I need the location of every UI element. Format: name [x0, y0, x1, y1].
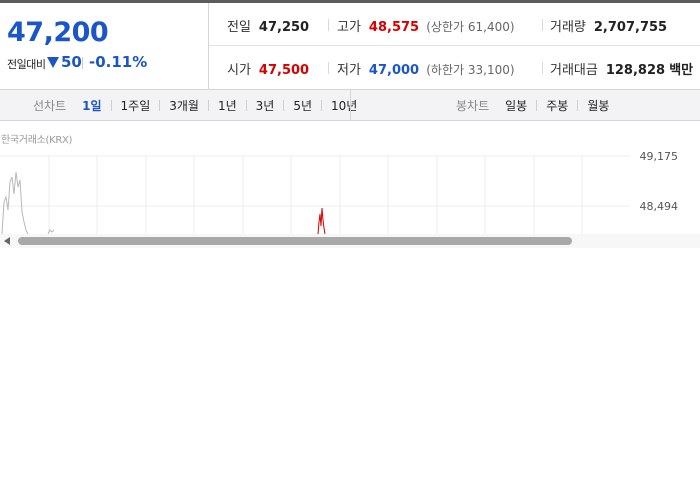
row-divider	[209, 45, 700, 46]
change-rate: -0.11%	[89, 53, 148, 71]
tab-separator	[321, 99, 323, 111]
change-divider	[82, 57, 83, 69]
line-chart-title: 선차트	[33, 98, 67, 113]
change-label: 전일대비	[7, 58, 46, 71]
chart-canvas	[0, 155, 630, 234]
price-trace-up	[317, 207, 326, 234]
cell-divider	[542, 62, 543, 74]
candle-chart-tabs: 봉차트 일봉 주봉 월봉	[456, 90, 611, 120]
line-tab[interactable]: 10년	[329, 97, 359, 114]
line-chart-tabs: 선차트 1일 1주일 3개월 1년 3년 5년 10년	[33, 90, 359, 120]
candle-chart-title: 봉차트	[456, 98, 490, 113]
down-arrow-icon	[47, 57, 59, 68]
open-value: 47,500	[258, 63, 310, 78]
amount-label: 거래대금	[550, 63, 598, 78]
tab-separator	[577, 99, 579, 111]
chart-period-tabs: 선차트 1일 1주일 3개월 1년 3년 5년 10년 봉차트 일봉 주봉 월봉	[0, 89, 700, 121]
high-label: 고가	[337, 20, 361, 35]
cell-divider	[328, 62, 329, 74]
tab-separator	[159, 99, 161, 111]
open-price: 시가 47,500	[227, 59, 309, 78]
high-price: 고가 48,575 (상한가 61,400)	[337, 16, 515, 35]
price-trace	[1, 171, 29, 234]
prev-close: 전일 47,250	[227, 16, 309, 35]
scroll-left-icon[interactable]	[4, 237, 10, 245]
line-tab[interactable]: 1주일	[119, 97, 153, 114]
amount-unit: 백만	[669, 63, 694, 78]
line-tab[interactable]: 3개월	[167, 97, 201, 114]
line-tab[interactable]: 1년	[216, 97, 239, 114]
tab-separator	[110, 99, 112, 111]
scrollbar-thumb[interactable]	[18, 237, 572, 245]
chart-lines	[1, 171, 326, 234]
current-price-box: 47,200 전일대비 50 -0.11%	[0, 3, 209, 89]
y-tick-label: 49,175	[639, 150, 679, 163]
low-label: 저가	[337, 63, 361, 78]
open-label: 시가	[227, 63, 251, 78]
volume-label: 거래량	[550, 20, 586, 35]
candle-tab[interactable]: 일봉	[503, 97, 529, 114]
y-tick-label: 48,494	[639, 200, 679, 213]
trade-amount: 거래대금 128,828 백만	[550, 59, 693, 78]
line-tab[interactable]: 1일	[80, 97, 103, 114]
current-price: 47,200	[7, 17, 109, 48]
tabs-divider	[350, 90, 351, 120]
cell-divider	[542, 19, 543, 31]
change-amount: 50	[61, 53, 82, 71]
tab-separator	[536, 99, 538, 111]
tab-separator	[283, 99, 285, 111]
prev-close-label: 전일	[227, 20, 251, 35]
cell-divider	[328, 19, 329, 31]
chart-grid	[0, 155, 630, 234]
chart-source: 한국거래소(KRX)	[1, 135, 73, 146]
quote-panel: 47,200 전일대비 50 -0.11% 전일 47,250 고가 48,575 …	[0, 3, 700, 90]
low-price: 저가 47,000 (하한가 33,100)	[337, 59, 515, 78]
volume-value: 2,707,755	[593, 20, 668, 35]
line-tab[interactable]: 5년	[291, 97, 314, 114]
tab-separator	[207, 99, 209, 111]
lower-limit: (하한가 33,100)	[426, 63, 515, 77]
price-chart: 한국거래소(KRX) 49,175 48,494	[0, 122, 700, 234]
tab-separator	[245, 99, 247, 111]
line-tab[interactable]: 3년	[254, 97, 277, 114]
upper-limit: (상한가 61,400)	[426, 20, 515, 34]
low-value: 47,000	[368, 63, 420, 78]
candle-tab[interactable]: 주봉	[544, 97, 570, 114]
candle-tab[interactable]: 월봉	[585, 97, 611, 114]
volume: 거래량 2,707,755	[550, 16, 667, 35]
amount-value: 128,828	[605, 63, 666, 78]
chart-scrollbar[interactable]	[0, 234, 700, 248]
prev-close-value: 47,250	[258, 20, 310, 35]
high-value: 48,575	[368, 20, 420, 35]
